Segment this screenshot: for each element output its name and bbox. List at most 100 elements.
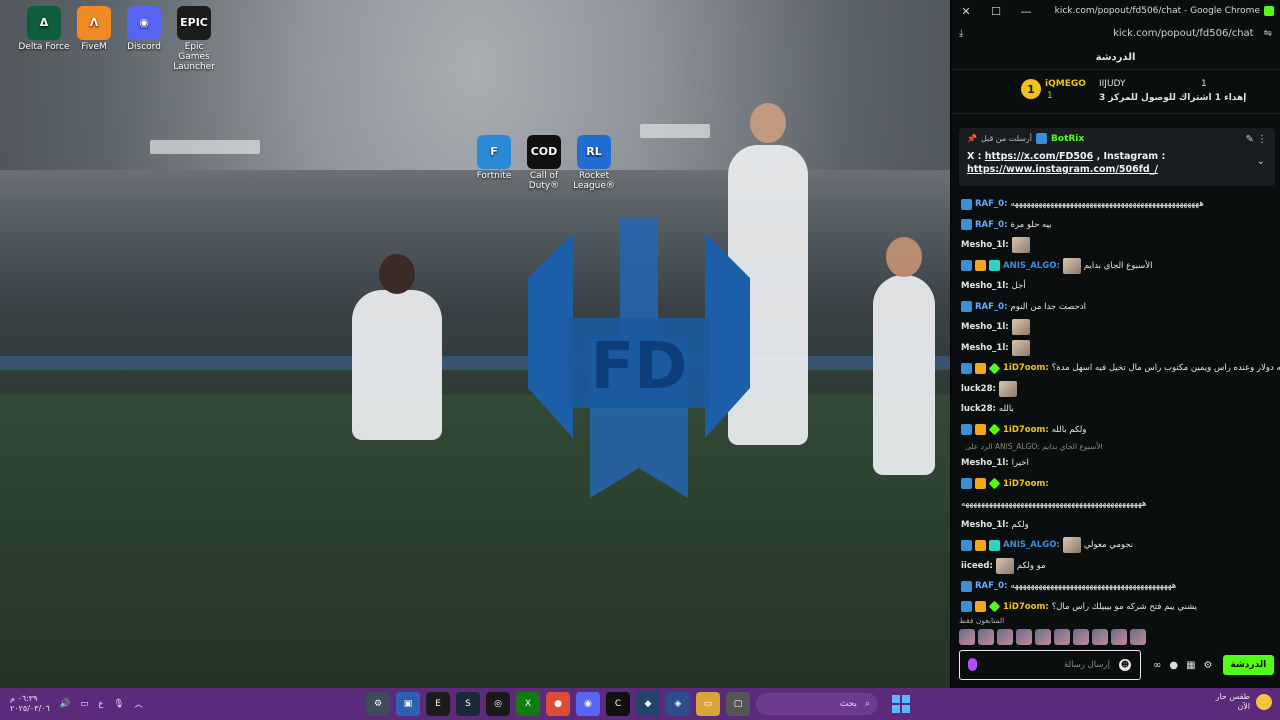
chevron-up-icon[interactable]: ︿	[134, 698, 143, 710]
chat-username[interactable]: 1iD7oom:	[1003, 363, 1049, 373]
chat-message[interactable]: Mesho_1l:	[951, 235, 1280, 256]
chat-username[interactable]: ANIS_ALGO:	[1003, 540, 1060, 550]
address-bar[interactable]: ⤓ kick.com/popout/fd506/chat ⇋	[951, 22, 1280, 44]
chat-username[interactable]: Mesho_1l:	[961, 458, 1009, 468]
chat-message[interactable]: 1iD7oom: قلت له دولار وعنده راس ويمين مكت…	[951, 358, 1280, 379]
viewer-avatar[interactable]	[1035, 629, 1051, 645]
start-button[interactable]	[892, 695, 910, 713]
chat-message[interactable]: luck28: بالله	[951, 399, 1280, 420]
chat-username[interactable]: 1iD7oom:	[1003, 479, 1049, 489]
chat-username[interactable]: Mesho_1l:	[961, 240, 1009, 250]
chat-message[interactable]: 1iD7oom: ولكم بالله	[951, 420, 1280, 441]
chat-message[interactable]: RAF_0: هههههههههههههههههههههههههههههههههه…	[951, 576, 1280, 597]
maximize-icon[interactable]: ☐	[981, 5, 1011, 18]
chat-message[interactable]: Mesho_1l:	[951, 338, 1280, 359]
desktop-icon[interactable]: RL Rocket League®	[568, 135, 620, 191]
steam-taskbar-icon[interactable]: S	[456, 692, 480, 716]
language-indicator[interactable]: ع	[98, 699, 103, 709]
chat-username[interactable]: luck28:	[961, 384, 996, 394]
chat-username[interactable]: luck28:	[961, 404, 996, 414]
viewer-avatar[interactable]	[959, 629, 975, 645]
emoji-icon[interactable]: ☻	[1119, 659, 1131, 671]
microphone-tray-icon[interactable]: 🎙	[113, 699, 124, 709]
desktop-icon[interactable]: Δ Delta Force	[18, 6, 70, 52]
viewer-avatar[interactable]	[978, 629, 994, 645]
chat-username[interactable]: 1iD7oom:	[1003, 602, 1049, 612]
leader-name[interactable]: iQMEGO	[1045, 79, 1086, 89]
chat-message[interactable]: luck28:	[951, 379, 1280, 400]
viewer-avatar[interactable]	[1016, 629, 1032, 645]
chat-username[interactable]: RAF_0:	[975, 220, 1008, 230]
chat-input[interactable]: إرسال رسالة ☻	[959, 650, 1141, 680]
chat-message[interactable]: iiceed: مو ولكم	[951, 556, 1280, 577]
chat-send-button[interactable]: الدردشة	[1222, 655, 1275, 675]
chat-message[interactable]: 1iD7oom: يشني يبم فتح شركه مو بيبيلك راس …	[951, 597, 1280, 615]
unpin-icon[interactable]: ✎ ⋮	[1245, 134, 1267, 145]
chat-message[interactable]: Mesho_1l: اخيرا	[951, 453, 1280, 474]
valorant-taskbar-icon[interactable]: ◆	[636, 692, 660, 716]
chat-username[interactable]: RAF_0:	[975, 199, 1008, 209]
desktop-icon[interactable]: F Fortnite	[468, 135, 520, 181]
player-figure	[873, 237, 935, 475]
chat-username[interactable]: Mesho_1l:	[961, 322, 1009, 332]
viewer-avatar[interactable]	[1130, 629, 1146, 645]
desktop-icon[interactable]: Λ FiveM	[68, 6, 120, 52]
bot-name[interactable]: BotRix	[1051, 134, 1084, 144]
desktop-icon[interactable]: COD Call of Duty®	[518, 135, 570, 191]
infinity-icon[interactable]: ∞	[1153, 660, 1161, 671]
chat-username[interactable]: iiceed:	[961, 561, 993, 571]
viewer-avatar[interactable]	[1092, 629, 1108, 645]
chrome-taskbar-icon[interactable]: ●	[546, 692, 570, 716]
settings-icon[interactable]: ⚙	[1204, 660, 1213, 671]
app-taskbar-icon[interactable]: ▢	[726, 692, 750, 716]
taskbar-search[interactable]: بحث ⌕	[756, 693, 878, 715]
network-icon[interactable]: ▭	[80, 699, 88, 709]
chat-message[interactable]: ANIS_ALGO: نجومي معولي	[951, 535, 1280, 556]
chat-username[interactable]: ANIS_ALGO:	[1003, 261, 1060, 271]
epic-taskbar-icon[interactable]: E	[426, 692, 450, 716]
chat-message[interactable]: RAF_0: هههههههههههههههههههههههههههههههههه…	[951, 194, 1280, 215]
desktop-icon[interactable]: ◉ Discord	[118, 6, 170, 52]
chevron-down-icon[interactable]: ⌄	[1257, 156, 1265, 167]
chat-message[interactable]: ANIS_ALGO: الأسبوع الجاي بدايم	[951, 256, 1280, 277]
chat-message[interactable]: RAF_0: ييه حلو مرة	[951, 215, 1280, 236]
instagram-link[interactable]: https://www.instagram.com/506fd_/	[967, 164, 1158, 175]
microphone-icon[interactable]	[968, 658, 977, 671]
volume-icon[interactable]: 🔊	[60, 699, 71, 709]
desktop-icon[interactable]: EPIC Epic Games Launcher	[168, 6, 220, 72]
points-icon[interactable]: ●	[1169, 660, 1178, 671]
viewer-avatar[interactable]	[1073, 629, 1089, 645]
chat-message[interactable]: Mesho_1l:	[951, 317, 1280, 338]
weather-widget[interactable]: طقس حار الآن	[1216, 692, 1272, 712]
viewer-avatar[interactable]	[1111, 629, 1127, 645]
clock[interactable]: ٠٦:٣٩ م ٢٠٢٥/٠٣/٠٦	[10, 694, 50, 714]
viewer-avatar[interactable]	[1054, 629, 1070, 645]
site-settings-icon[interactable]: ⇋	[1264, 28, 1272, 39]
discord-taskbar-icon[interactable]: ◉	[576, 692, 600, 716]
store-taskbar-icon[interactable]: ▣	[396, 692, 420, 716]
x-link[interactable]: https://x.com/FD506	[985, 151, 1094, 162]
gift-prompt[interactable]: إهداء 1 اشتراك للوصول للمركز 3	[1099, 93, 1246, 103]
xbox-taskbar-icon[interactable]: X	[516, 692, 540, 716]
chat-username[interactable]: RAF_0:	[975, 581, 1008, 591]
viewer-avatar[interactable]	[997, 629, 1013, 645]
chat-username[interactable]: 1iD7oom:	[1003, 425, 1049, 435]
chat-message[interactable]: Mesho_1l: ولكم	[951, 515, 1280, 536]
chat-username[interactable]: RAF_0:	[975, 302, 1008, 312]
cod-taskbar-icon[interactable]: C	[606, 692, 630, 716]
minimize-icon[interactable]: —	[1011, 5, 1041, 18]
chat-message[interactable]: RAF_0: ادحصت جدا من النوم	[951, 297, 1280, 318]
second-name[interactable]: IIJUDY	[1099, 79, 1126, 89]
chat-username[interactable]: Mesho_1l:	[961, 281, 1009, 291]
chat-username[interactable]: Mesho_1l:	[961, 343, 1009, 353]
chat-message[interactable]: Mesho_1l: أجل	[951, 276, 1280, 297]
chat-username[interactable]: Mesho_1l:	[961, 520, 1009, 530]
shield-taskbar-icon[interactable]: ◈	[666, 692, 690, 716]
settings-taskbar-icon[interactable]: ⚙	[366, 692, 390, 716]
close-icon[interactable]: ✕	[951, 5, 981, 18]
chat-message[interactable]: 1iD7oom:	[951, 474, 1280, 495]
obs-taskbar-icon[interactable]: ◎	[486, 692, 510, 716]
store-icon[interactable]: ▦	[1186, 660, 1195, 671]
files-taskbar-icon[interactable]: ▭	[696, 692, 720, 716]
chat-message[interactable]: هههههههههههههههههههههههههههههههههههههههه…	[951, 494, 1280, 515]
